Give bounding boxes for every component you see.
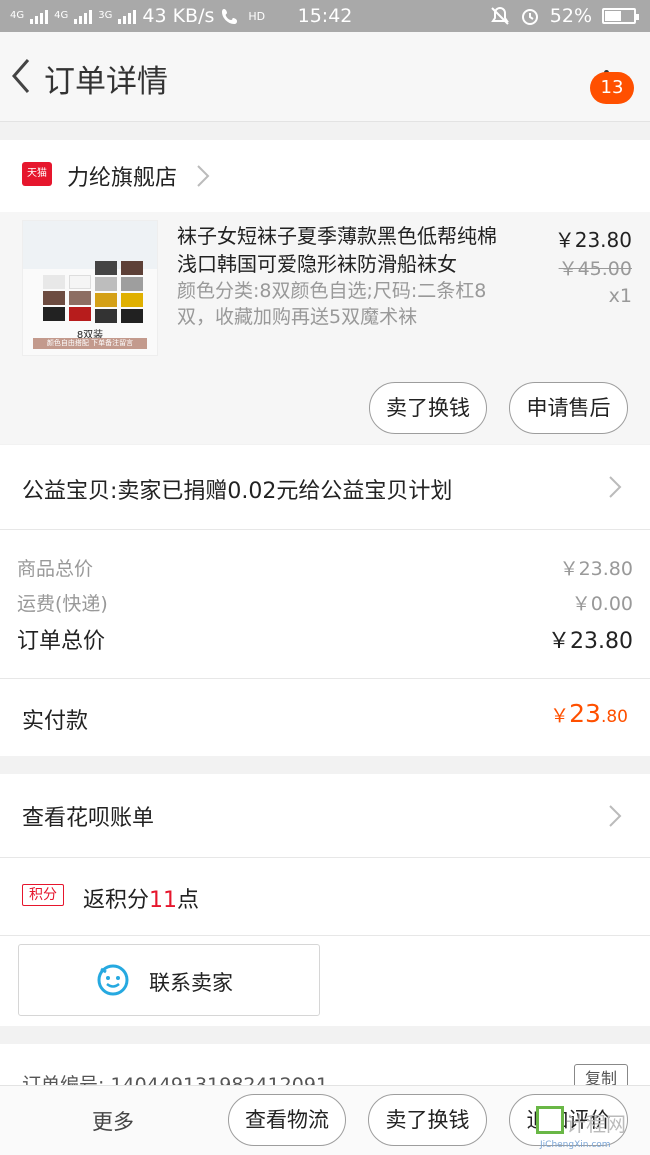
site-watermark: 计程网 JiChengXin.com [536,1106,646,1154]
watermark-url: JiChengXin.com [540,1140,611,1150]
thumbnail-band: 颜色自由搭配 下单备注留言 [33,338,147,349]
goods-total-value: ￥23.80 [559,558,633,580]
huabei-bill-label: 查看花呗账单 [22,806,155,831]
item-sku: 颜色分类:8双颜色自选;尺码:二条杠8双，收藏加购再送5双魔术袜 [177,280,487,328]
order-number-row: 订单编号: 1404491319824120​91 复制 [0,1044,650,1088]
charity-row[interactable]: 公益宝贝:卖家已捐赠0.02元给公益宝贝计划 [0,445,650,529]
charity-text: 公益宝贝:卖家已捐赠0.02元给公益宝贝计划 [22,479,453,504]
mute-icon [490,6,509,25]
sell-button[interactable]: 卖了换钱 [369,382,487,434]
huabei-bill-row[interactable]: 查看花呗账单 [0,774,650,858]
shipping-label: 运费(快递) [17,593,108,615]
chevron-right-icon [609,805,622,827]
actual-payment-label: 实付款 [22,709,89,734]
after-sale-button[interactable]: 申请售后 [509,382,628,434]
smile-chat-icon [97,964,129,996]
watermark-logo [536,1106,564,1134]
price-summary: 商品总价 ￥23.80 运费(快递) ￥0.00 订单总价 ￥23.80 [0,530,650,678]
contact-seller-label: 联系卖家 [149,971,233,995]
status-bar: 4G 4G 3G 43 KB/s HD 15:42 52% [0,0,650,32]
points-row: 积分 返积分11点 [0,858,650,936]
order-item[interactable]: 8双装 颜色自由搭配 下单备注留言 袜子女短袜子夏季薄款黑色低帮纯棉浅口韩国可爱… [0,212,650,444]
shop-name: 力纶旗舰店 [67,166,178,191]
product-thumbnail[interactable]: 8双装 颜色自由搭配 下单备注留言 [22,220,158,356]
item-price: ￥23.80 [554,228,632,252]
alarm-icon [521,9,538,25]
shop-row[interactable]: 天猫 力纶旗舰店 [0,140,650,212]
order-total-value: ￥23.80 [548,629,633,654]
item-title: 袜子女短袜子夏季薄款黑色低帮纯棉浅口韩国可爱隐形袜防滑船袜女 [177,224,497,276]
chevron-right-icon [197,165,210,187]
chevron-right-icon [609,476,622,498]
more-button[interactable]: 更多 [92,1106,134,1136]
actual-payment-value: ￥23.80 [550,699,628,728]
view-logistics-button[interactable]: 查看物流 [228,1094,346,1146]
item-quantity: x1 [608,285,632,307]
points-tag: 积分 [22,884,64,906]
tmall-logo: 天猫 [22,162,52,186]
watermark-text: 计程网 [566,1112,626,1136]
actual-payment-row: 实付款 ￥23.80 [0,678,650,756]
item-original-price: ￥45.00 [558,258,632,280]
notification-badge: 13 [590,72,634,104]
goods-total-label: 商品总价 [17,558,94,580]
contact-section: 联系卖家 [0,936,650,1026]
order-total-label: 订单总价 [17,629,106,654]
status-right: 52% [490,5,639,27]
contact-seller-button[interactable]: 联系卖家 [18,944,320,1016]
battery-icon [602,8,639,24]
points-text: 返积分11点 [83,888,200,913]
page-title: 订单详情 [44,64,168,100]
battery-percent: 52% [549,5,592,27]
back-icon[interactable] [8,56,34,96]
nav-bar: 订单详情 13 [0,32,650,122]
sell-again-button[interactable]: 卖了换钱 [368,1094,487,1146]
shipping-value: ￥0.00 [571,593,633,615]
